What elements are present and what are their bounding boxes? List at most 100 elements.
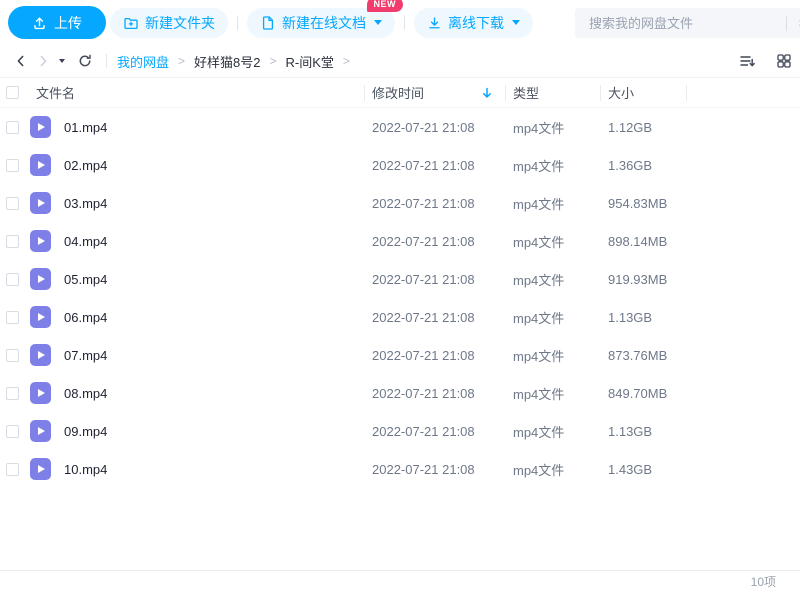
video-file-icon (30, 420, 51, 442)
row-checkbox[interactable] (6, 272, 19, 286)
document-icon (260, 15, 276, 31)
play-icon (38, 427, 45, 435)
select-all-checkbox[interactable] (6, 86, 19, 99)
file-type: mp4文件 (513, 462, 565, 478)
file-name[interactable]: 02.mp4 (64, 158, 364, 173)
file-name[interactable]: 10.mp4 (64, 462, 364, 477)
download-icon (427, 15, 442, 30)
table-row[interactable]: 05.mp4 2022-07-21 21:08 mp4文件 919.93MB (0, 260, 800, 298)
video-file-icon (30, 382, 51, 404)
search-input[interactable] (587, 14, 786, 32)
table-row[interactable]: 10.mp4 2022-07-21 21:08 mp4文件 1.43GB (0, 450, 800, 488)
file-name[interactable]: 01.mp4 (64, 120, 364, 135)
row-checkbox[interactable] (6, 386, 19, 400)
file-size: 1.13GB (608, 423, 653, 439)
play-icon (38, 313, 45, 321)
table-row[interactable]: 06.mp4 2022-07-21 21:08 mp4文件 1.13GB (0, 298, 800, 336)
play-icon (38, 123, 45, 131)
row-checkbox[interactable] (6, 424, 19, 438)
navigation-bar: 我的网盘 > 好样猫8号2 > R-间K堂 > (0, 45, 800, 78)
item-count: 10项 (750, 575, 776, 589)
file-manager: 上传 新建文件夹 新建在线文档 NEW 离线下载 搜索我的网盘文件 我的网盘 >… (0, 0, 800, 592)
column-header-modified-label: 修改时间 (372, 86, 425, 101)
file-modified-time: 2022-07-21 21:08 (372, 309, 475, 325)
row-checkbox[interactable] (6, 158, 19, 172)
file-type: mp4文件 (513, 120, 565, 136)
breadcrumb-separator: > (269, 54, 277, 68)
file-type: mp4文件 (513, 272, 565, 288)
file-size: 898.14MB (608, 233, 668, 249)
file-name[interactable]: 06.mp4 (64, 310, 364, 325)
row-checkbox[interactable] (6, 348, 19, 362)
table-row[interactable]: 02.mp4 2022-07-21 21:08 mp4文件 1.36GB (0, 146, 800, 184)
row-checkbox[interactable] (6, 196, 19, 210)
video-file-icon (30, 268, 51, 290)
table-row[interactable]: 08.mp4 2022-07-21 21:08 mp4文件 849.70MB (0, 374, 800, 412)
chevron-left-icon (13, 53, 29, 69)
new-online-doc-button[interactable]: 新建在线文档 NEW (247, 0, 403, 38)
file-name[interactable]: 08.mp4 (64, 386, 364, 401)
video-file-icon (30, 306, 51, 328)
table-row[interactable]: 03.mp4 2022-07-21 21:08 mp4文件 954.83MB (0, 184, 800, 222)
grid-view-button[interactable] (773, 53, 795, 69)
offline-download-label: 离线下载 (448, 14, 504, 31)
file-modified-time: 2022-07-21 21:08 (372, 347, 475, 363)
file-name[interactable]: 07.mp4 (64, 348, 364, 363)
history-dropdown-button[interactable] (54, 59, 68, 63)
table-row[interactable]: 04.mp4 2022-07-21 21:08 mp4文件 898.14MB (0, 222, 800, 260)
chevron-down-icon (374, 20, 382, 25)
back-button[interactable] (10, 53, 32, 69)
folder-plus-icon (123, 15, 139, 31)
new-folder-button[interactable]: 新建文件夹 (110, 7, 228, 38)
video-file-icon (30, 116, 51, 138)
search-button[interactable]: 搜索 (787, 14, 800, 33)
file-modified-time: 2022-07-21 21:08 (372, 385, 475, 401)
refresh-icon (77, 53, 93, 69)
file-list: 01.mp4 2022-07-21 21:08 mp4文件 1.12GB 02.… (0, 108, 800, 488)
grid-view-icon (776, 53, 792, 69)
column-header-size[interactable]: 大小 (600, 78, 686, 108)
column-header-modified[interactable]: 修改时间 (364, 78, 505, 108)
search-box: 搜索 (575, 8, 800, 38)
breadcrumb-item-current-folder[interactable]: R-间K堂 (286, 52, 334, 71)
table-row[interactable]: 09.mp4 2022-07-21 21:08 mp4文件 1.13GB (0, 412, 800, 450)
play-icon (38, 465, 45, 473)
breadcrumb-item-my-drive[interactable]: 我的网盘 (117, 52, 169, 71)
file-name[interactable]: 04.mp4 (64, 234, 364, 249)
file-modified-time: 2022-07-21 21:08 (372, 195, 475, 211)
breadcrumb-item-folder[interactable]: 好样猫8号2 (194, 52, 260, 71)
file-name[interactable]: 03.mp4 (64, 196, 364, 211)
row-checkbox[interactable] (6, 310, 19, 324)
play-icon (38, 389, 45, 397)
file-name[interactable]: 05.mp4 (64, 272, 364, 287)
refresh-button[interactable] (74, 53, 96, 69)
file-type: mp4文件 (513, 310, 565, 326)
new-folder-label: 新建文件夹 (145, 14, 215, 31)
video-file-icon (30, 154, 51, 176)
upload-icon (32, 15, 47, 30)
breadcrumb-separator: > (342, 54, 350, 68)
column-header-type[interactable]: 类型 (505, 78, 600, 108)
upload-button[interactable]: 上传 (8, 6, 106, 39)
offline-download-button[interactable]: 离线下载 (414, 7, 533, 38)
file-type: mp4文件 (513, 386, 565, 402)
nav-divider (106, 54, 107, 68)
file-type: mp4文件 (513, 424, 565, 440)
table-header: 文件名 修改时间 类型 大小 (0, 78, 800, 108)
column-header-name[interactable]: 文件名 (30, 78, 364, 108)
table-row[interactable]: 07.mp4 2022-07-21 21:08 mp4文件 873.76MB (0, 336, 800, 374)
file-size: 954.83MB (608, 195, 668, 211)
new-badge: NEW (366, 0, 403, 12)
sort-order-button[interactable] (736, 53, 759, 69)
row-checkbox[interactable] (6, 234, 19, 248)
video-file-icon (30, 344, 51, 366)
file-type: mp4文件 (513, 234, 565, 250)
upload-button-label: 上传 (54, 14, 82, 31)
table-row[interactable]: 01.mp4 2022-07-21 21:08 mp4文件 1.12GB (0, 108, 800, 146)
column-header-extra (686, 78, 800, 108)
row-checkbox[interactable] (6, 462, 19, 476)
play-icon (38, 275, 45, 283)
forward-button[interactable] (32, 53, 54, 69)
file-name[interactable]: 09.mp4 (64, 424, 364, 439)
row-checkbox[interactable] (6, 120, 19, 134)
